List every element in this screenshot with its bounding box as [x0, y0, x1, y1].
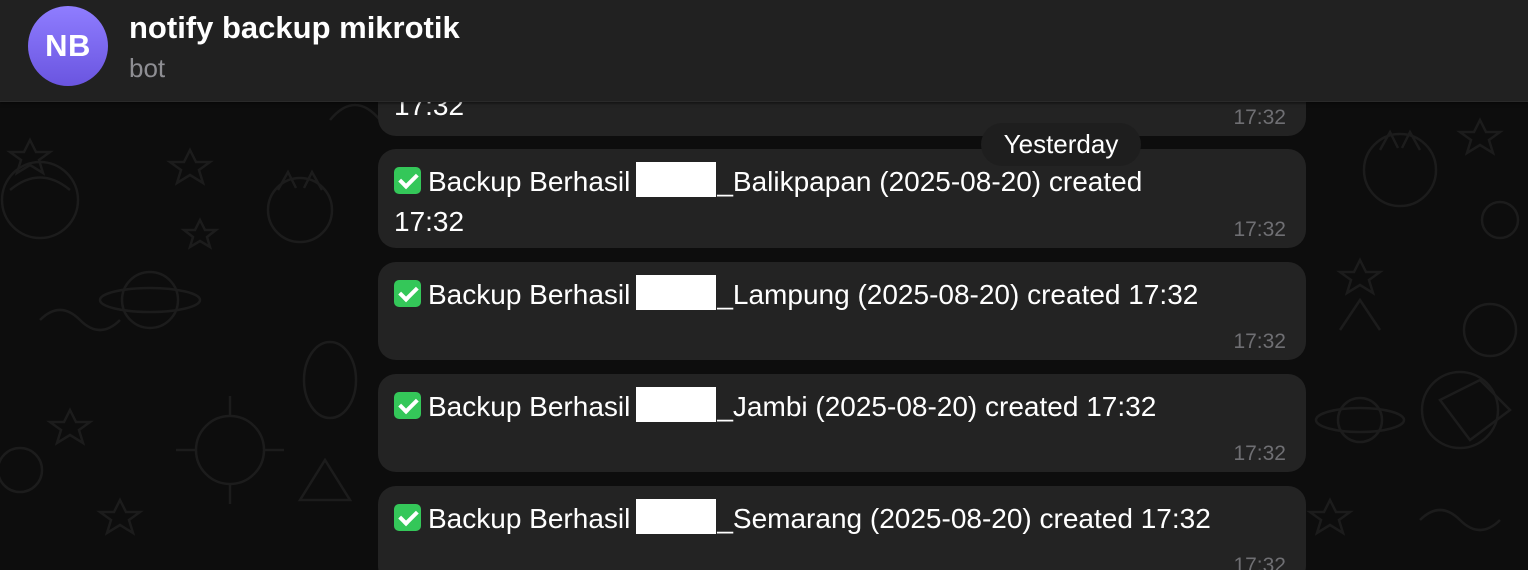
- message-time: 17:32: [1233, 218, 1286, 241]
- message-suffix: _Balikpapan (2025-08-20) created: [717, 166, 1143, 197]
- chat-header: NB notify backup mikrotik bot: [0, 0, 1528, 102]
- avatar[interactable]: NB: [28, 6, 108, 86]
- message-prefix: Backup Berhasil: [428, 391, 631, 422]
- chat-title[interactable]: notify backup mikrotik: [129, 10, 460, 46]
- message-time: 17:32: [1233, 330, 1286, 353]
- message-last-line: 17:32: [394, 206, 465, 237]
- redacted-block: [636, 499, 717, 534]
- message-time: 17:32: [1233, 442, 1286, 465]
- message-time: 17:32: [1233, 554, 1286, 570]
- check-mark-icon: [394, 167, 421, 194]
- message-time: 17:32: [1233, 106, 1286, 129]
- message-bubble[interactable]: Backup Berhasil _Balikpapan (2025-08-20) …: [378, 149, 1306, 248]
- message-prefix: Backup Berhasil: [428, 166, 631, 197]
- message-text: Backup Berhasil _Balikpapan (2025-08-20) …: [394, 162, 1294, 242]
- message-suffix: _Jambi (2025-08-20) created 17:32: [717, 391, 1157, 422]
- message-prefix: Backup Berhasil: [428, 503, 631, 534]
- message-text: Backup Berhasil _Semarang (2025-08-20) cr…: [394, 499, 1294, 539]
- message-suffix: _Lampung (2025-08-20) created 17:32: [717, 279, 1199, 310]
- redacted-block: [636, 162, 717, 197]
- check-mark-icon: [394, 392, 421, 419]
- message-text: Backup Berhasil _Jambi (2025-08-20) creat…: [394, 387, 1294, 427]
- message-prefix: Backup Berhasil: [428, 279, 631, 310]
- chat-subtitle: bot: [129, 53, 166, 83]
- chat-window: NB notify backup mikrotik bot 17:32 17:3…: [0, 0, 1528, 570]
- message-bubble[interactable]: Backup Berhasil _Lampung (2025-08-20) cre…: [378, 262, 1306, 360]
- message-suffix: _Semarang (2025-08-20) created 17:32: [717, 503, 1211, 534]
- message-bubble[interactable]: Backup Berhasil _Jambi (2025-08-20) creat…: [378, 374, 1306, 472]
- redacted-block: [636, 387, 717, 422]
- message-bubble[interactable]: Backup Berhasil _Semarang (2025-08-20) cr…: [378, 486, 1306, 570]
- check-mark-icon: [394, 280, 421, 307]
- date-separator: Yesterday: [981, 123, 1141, 166]
- message-text: Backup Berhasil _Lampung (2025-08-20) cre…: [394, 275, 1294, 315]
- redacted-block: [636, 275, 717, 310]
- check-mark-icon: [394, 504, 421, 531]
